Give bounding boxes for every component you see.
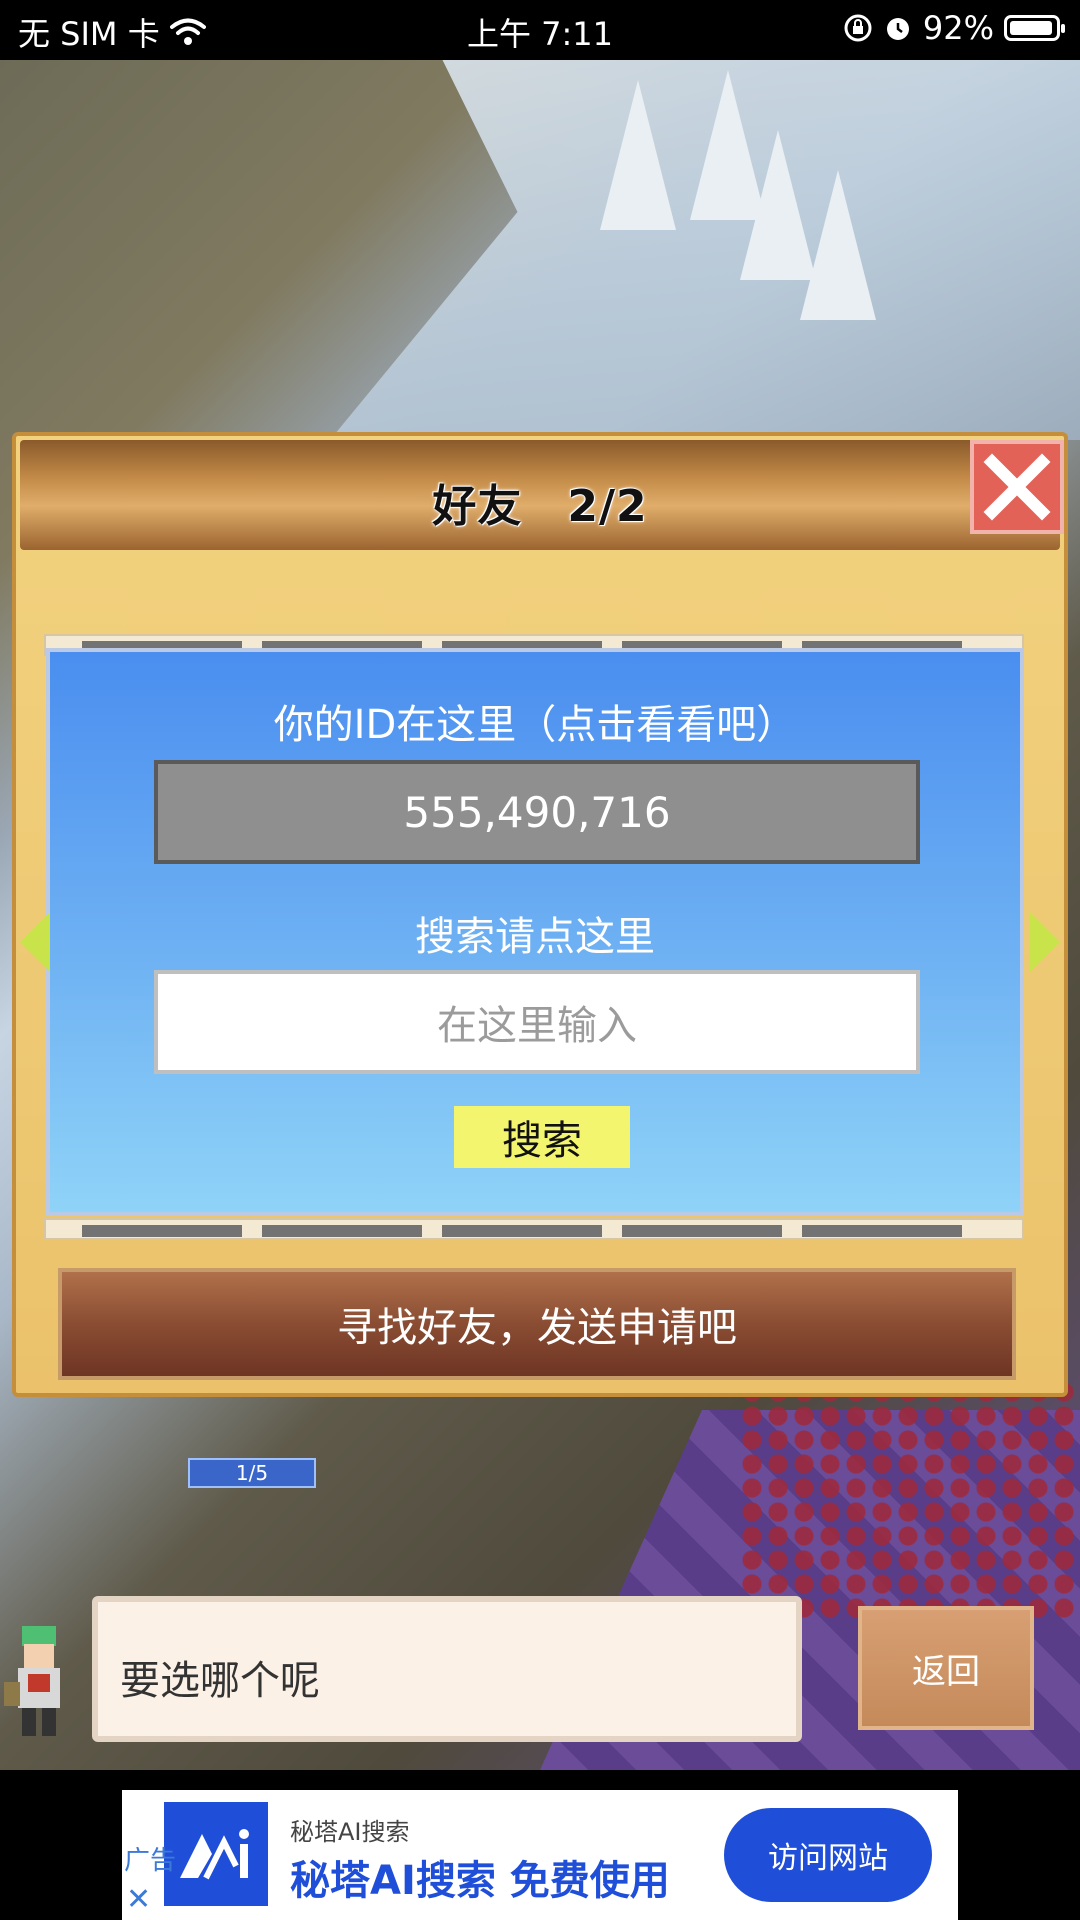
- speech-bubble: 要选哪个呢: [92, 1596, 802, 1742]
- prev-page-arrow-icon[interactable]: [20, 912, 50, 972]
- alarm-icon: [886, 18, 909, 40]
- back-button[interactable]: 返回: [858, 1606, 1034, 1730]
- ad-title: 秘塔AI搜索 免费使用: [290, 1858, 670, 1904]
- next-page-arrow-icon[interactable]: [1030, 912, 1060, 972]
- berry-bushes: [740, 1380, 1080, 1620]
- character-avatar: [4, 1626, 60, 1736]
- snow-tree: [800, 170, 876, 320]
- search-input[interactable]: 在这里输入: [154, 970, 920, 1074]
- search-button[interactable]: 搜索: [454, 1106, 630, 1168]
- search-caption: 搜索请点这里: [415, 914, 655, 960]
- friend-slot-strip: [44, 1218, 1024, 1240]
- ad-small-title: 秘塔AI搜索: [290, 1818, 410, 1846]
- visit-site-button[interactable]: 访问网站: [724, 1808, 932, 1902]
- battery-percent: 92%: [922, 9, 994, 47]
- ad-close-icon[interactable]: ✕: [126, 1882, 151, 1917]
- progress-tag: 1/5: [188, 1458, 316, 1488]
- ad-banner[interactable]: 广告 ✕ 秘塔AI搜索 秘塔AI搜索 免费使用 访问网站: [122, 1790, 958, 1920]
- status-bar: 无 SIM 卡 上午 7:11 92%: [0, 0, 1080, 60]
- dialog-title: 好友 2/2: [432, 481, 648, 532]
- snow-tree: [600, 80, 676, 230]
- orientation-lock-icon: [844, 14, 872, 42]
- find-friends-button[interactable]: 寻找好友，发送申请吧: [58, 1268, 1016, 1380]
- battery-icon: [1004, 15, 1065, 41]
- ad-label: 广告: [124, 1846, 177, 1876]
- id-caption: 你的ID在这里（点击看看吧）: [273, 702, 797, 748]
- player-id-box[interactable]: 555,490,716: [154, 760, 920, 864]
- speech-text: 要选哪个呢: [120, 1658, 320, 1704]
- close-icon: [983, 453, 1051, 521]
- dialog-header: 好友 2/2: [20, 440, 1060, 550]
- close-button[interactable]: [970, 440, 1064, 534]
- ad-logo-icon: [164, 1802, 268, 1906]
- id-search-panel: 你的ID在这里（点击看看吧） 555,490,716 搜索请点这里 在这里输入 …: [46, 648, 1024, 1216]
